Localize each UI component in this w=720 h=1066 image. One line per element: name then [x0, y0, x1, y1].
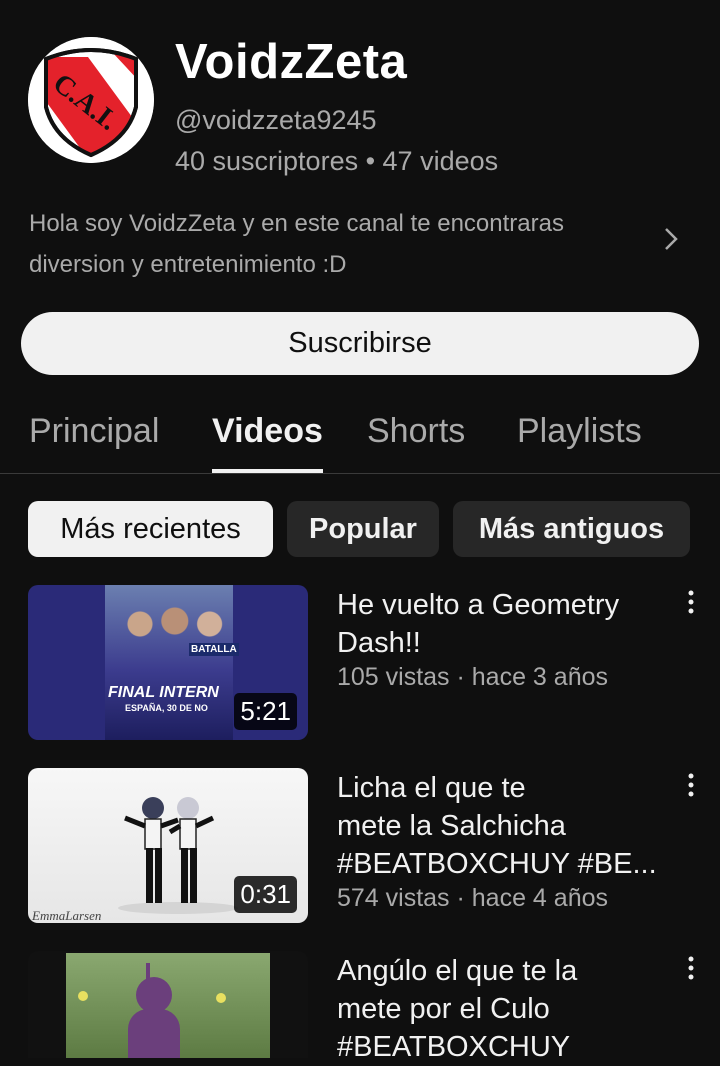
poster-image: BATALLA ESPAÑA, 30 DE NO	[105, 585, 239, 740]
video-title-line: Dash!!	[337, 627, 421, 659]
chip-mas-recientes[interactable]: Más recientes	[28, 501, 273, 557]
scene-light	[78, 991, 88, 1001]
poster-batalla-text: BATALLA	[189, 643, 239, 656]
more-vert-icon[interactable]	[682, 770, 700, 800]
tab-principal[interactable]: Principal	[29, 412, 159, 451]
chip-mas-antiguos[interactable]: Más antiguos	[453, 501, 690, 557]
video-title-line: He vuelto a Geometry	[337, 589, 620, 621]
teletubby-body	[128, 1009, 180, 1058]
more-vert-icon[interactable]	[682, 953, 700, 983]
video-duration: 5:21	[234, 693, 297, 730]
channel-description[interactable]: Hola soy VoidzZeta y en este canal te en…	[29, 203, 639, 285]
thumbnail-watermark: EmmaLarsen	[32, 908, 102, 923]
active-tab-indicator	[212, 469, 323, 473]
video-title[interactable]: Angúlo el que te la mete por el Culo #BE…	[337, 952, 677, 1066]
scene-light	[216, 993, 226, 1003]
cai-crest-icon: C.A.I.	[28, 37, 154, 163]
video-meta: 574 vistas · hace 4 años	[337, 884, 608, 912]
channel-tabs: Principal Videos Shorts Playlists	[0, 400, 720, 474]
subscribe-button[interactable]: Suscribirse	[21, 312, 699, 375]
poster-date-text: ESPAÑA, 30 DE NO	[125, 703, 208, 713]
video-title-line: #BEATBOXCHUY	[337, 1031, 571, 1063]
tab-videos[interactable]: Videos	[212, 412, 323, 451]
teletubby-image	[66, 953, 270, 1058]
video-meta: 105 vistas · hace 3 años	[337, 663, 608, 691]
teletubby-head	[136, 977, 172, 1013]
channel-handle: @voidzzeta9245	[175, 105, 377, 135]
poster-final-text: FINAL INTERN	[108, 684, 219, 701]
video-thumbnail[interactable]: BATALLA ESPAÑA, 30 DE NO FINAL INTERN 5:…	[28, 585, 308, 740]
channel-avatar[interactable]: C.A.I.	[28, 37, 154, 163]
channel-stats: 40 suscriptores • 47 videos	[175, 146, 499, 176]
video-title-line: Licha el que te	[337, 772, 526, 804]
video-title-line: #BEATBOXCHUY #BE...	[337, 848, 657, 880]
video-title[interactable]: Licha el que te mete la Salchicha #BEATB…	[337, 769, 677, 883]
channel-name: VoidzZeta	[175, 35, 408, 89]
tab-playlists[interactable]: Playlists	[517, 412, 642, 451]
video-title-line: mete por el Culo	[337, 993, 550, 1025]
chip-popular[interactable]: Popular	[287, 501, 439, 557]
video-title[interactable]: He vuelto a Geometry Dash!!	[337, 586, 677, 662]
video-thumbnail[interactable]: EmmaLarsen 0:31	[28, 768, 308, 923]
chevron-right-icon[interactable]	[660, 225, 682, 253]
video-title-line: mete la Salchicha	[337, 810, 566, 842]
video-title-line: Angúlo el que te la	[337, 955, 578, 987]
tab-shorts[interactable]: Shorts	[367, 412, 465, 451]
more-vert-icon[interactable]	[682, 587, 700, 617]
video-thumbnail[interactable]	[28, 951, 308, 1058]
teletubby-antenna	[146, 963, 150, 979]
video-duration: 0:31	[234, 876, 297, 913]
